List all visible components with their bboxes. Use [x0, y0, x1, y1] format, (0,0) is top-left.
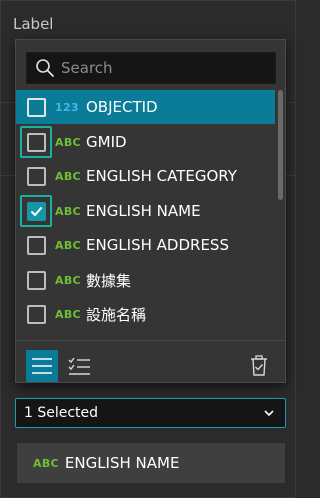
field-name: ENGLISH ADDRESS [86, 236, 229, 254]
field-type-badge: ABC [55, 273, 81, 287]
checklist-icon [68, 357, 90, 375]
clear-selection-icon [251, 355, 267, 376]
checkbox[interactable] [26, 270, 46, 290]
settings-panel: Label 123 OBJECTID ABC GMID ABC ENGLISH CATEG… [0, 0, 297, 498]
field-checkbox-wrap[interactable] [20, 298, 52, 330]
show-selected-button[interactable] [64, 350, 96, 382]
selected-count: 1 Selected [24, 405, 99, 421]
show-all-button[interactable] [26, 350, 58, 382]
field-name: GMID [86, 133, 127, 151]
field-type-badge: ABC [55, 204, 81, 218]
field-checkbox-wrap[interactable] [20, 195, 52, 227]
field-checkbox-wrap[interactable] [20, 160, 52, 192]
search-input[interactable] [61, 59, 261, 77]
field-row[interactable]: ABC GMID [16, 125, 275, 159]
field-checkbox-wrap[interactable] [20, 264, 52, 296]
checkbox[interactable] [26, 235, 46, 255]
field-row[interactable]: ABC ENGLISH ADDRESS [16, 228, 275, 262]
field-type-badge: 123 [55, 100, 79, 114]
field-row[interactable]: 123 OBJECTID [16, 90, 275, 124]
field-name: ENGLISH CATEGORY [86, 167, 237, 185]
field-type-badge: ABC [55, 135, 81, 149]
field-type-badge: ABC [55, 307, 81, 321]
field-list: 123 OBJECTID ABC GMID ABC ENGLISH CATEGORY ABC… [16, 89, 275, 375]
popover-footer [16, 340, 285, 382]
list-icon [32, 358, 52, 374]
field-name: OBJECTID [86, 98, 158, 116]
field-row[interactable]: ABC 設施名稱 [16, 297, 275, 331]
selected-field-name: ENGLISH NAME [64, 454, 180, 472]
checkbox[interactable] [26, 166, 46, 186]
list-scrollbar[interactable] [278, 90, 283, 200]
field-row[interactable]: ABC ENGLISH NAME [16, 194, 275, 228]
field-checkbox-wrap[interactable] [20, 91, 52, 123]
selected-field-chip: ABC ENGLISH NAME [17, 443, 285, 483]
checkmark-icon [30, 206, 42, 216]
field-checkbox-wrap[interactable] [20, 229, 52, 261]
clear-selection-button[interactable] [243, 350, 275, 382]
field-checkbox-wrap[interactable] [20, 126, 52, 158]
field-type-badge: ABC [55, 238, 81, 252]
field-type-badge: ABC [55, 169, 81, 183]
field-picker-popover: 123OBJECTIDABCGMIDABCENGLISH CATEGORYABC… [15, 39, 286, 383]
checkbox[interactable] [26, 97, 46, 117]
checkbox-checked[interactable] [26, 201, 46, 221]
chevron-down-icon [264, 410, 274, 417]
checkbox[interactable] [26, 132, 46, 152]
field-row[interactable]: ABC ENGLISH CATEGORY [16, 159, 275, 193]
label-heading: Label [13, 15, 54, 33]
checkbox[interactable] [26, 304, 46, 324]
field-name: ENGLISH NAME [86, 202, 201, 220]
selected-fields-dropdown[interactable]: 1 Selected [15, 398, 286, 428]
field-name: 設施名稱 [86, 305, 147, 324]
search-icon [36, 59, 54, 77]
field-name: 數據集 [86, 271, 132, 290]
field-row[interactable]: ABC 數據集 [16, 263, 275, 297]
field-type-badge: ABC [33, 456, 59, 470]
search-box[interactable] [26, 52, 276, 84]
